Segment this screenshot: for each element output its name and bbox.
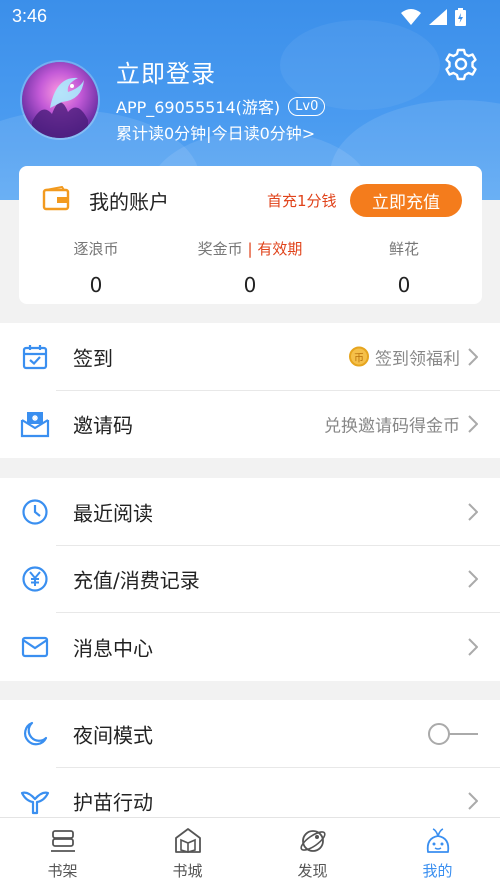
menu-label: 充值/消费记录: [73, 568, 200, 593]
avatar[interactable]: [22, 62, 98, 138]
menu-label: 签到: [73, 346, 113, 371]
menu-group-rewards: 签到 币签到领福利 邀请码 兑换邀请码得金币: [0, 323, 500, 458]
validity-link[interactable]: 有效期: [257, 240, 302, 258]
tab-mine[interactable]: 我的: [375, 818, 500, 889]
settings-button[interactable]: [444, 47, 478, 81]
status-time: 3:46: [12, 6, 48, 26]
account-card: 我的账户 首充1分钱 立即充值 逐浪币 0 奖金币 | 有效期 0 鲜花 0: [19, 166, 482, 304]
stat-value: 0: [89, 273, 103, 297]
moon-icon: [24, 721, 48, 746]
stat-value: 0: [397, 273, 411, 297]
menu-item-night-mode[interactable]: 夜间模式: [0, 700, 500, 768]
menu-label: 夜间模式: [73, 723, 153, 748]
login-title[interactable]: 立即登录: [116, 54, 216, 89]
battery-icon: [455, 8, 466, 26]
flower-stat[interactable]: 鲜花 0: [329, 238, 479, 297]
invite-envelope-icon: [20, 412, 50, 438]
tab-label: 我的: [422, 862, 453, 880]
menu-label: 邀请码: [73, 413, 133, 438]
yuan-icon: [22, 566, 48, 592]
stat-label: 奖金币: [197, 240, 243, 258]
stat-label: 鲜花: [388, 240, 419, 258]
invite-hint: 兑换邀请码得金币: [324, 416, 460, 437]
menu-group-records: 最近阅读 充值/消费记录 消息中心: [0, 478, 500, 681]
tab-bookstore[interactable]: 书城: [125, 818, 250, 889]
first-charge-promo[interactable]: 首充1分钱: [267, 190, 337, 211]
user-id: APP_69055514(游客): [116, 98, 281, 117]
planet-icon: [299, 830, 326, 852]
stat-value: 0: [243, 273, 257, 297]
menu-item-sign-in[interactable]: 签到 币签到领福利: [0, 323, 500, 391]
chevron-right-icon: [468, 638, 478, 656]
menu-group-settings: 夜间模式 护苗行动: [0, 700, 500, 817]
stat-label: 逐浪币: [73, 240, 119, 258]
separator: |: [247, 240, 253, 258]
coin-icon: 币: [349, 346, 369, 367]
bookstore-icon: [174, 828, 201, 853]
reading-time[interactable]: 累计读0分钟|今日读0分钟>: [116, 120, 315, 144]
bookshelf-icon: [50, 830, 75, 852]
zhulang-coin-stat[interactable]: 逐浪币 0: [21, 238, 171, 297]
wifi-icon: [401, 9, 421, 25]
gear-icon: [445, 48, 477, 81]
menu-label: 消息中心: [73, 636, 153, 661]
tab-discover[interactable]: 发现: [250, 818, 375, 889]
menu-item-recent-reading[interactable]: 最近阅读: [0, 478, 500, 546]
menu-item-seedling-action[interactable]: 护苗行动: [0, 768, 500, 818]
tab-label: 发现: [297, 862, 328, 880]
chevron-right-icon: [468, 348, 478, 366]
whale-tail-icon: [20, 791, 50, 815]
status-bar: 3:46: [0, 0, 500, 34]
tab-bookshelf[interactable]: 书架: [0, 818, 125, 889]
bonus-coin-stat[interactable]: 奖金币 | 有效期 0: [175, 238, 325, 297]
menu-label: 护苗行动: [73, 790, 153, 815]
menu-item-recharge-records[interactable]: 充值/消费记录: [0, 546, 500, 613]
chevron-right-icon: [468, 570, 478, 588]
menu-label: 最近阅读: [73, 501, 153, 526]
chevron-right-icon: [468, 503, 478, 521]
night-mode-toggle[interactable]: [428, 722, 478, 746]
chevron-right-icon: [468, 792, 478, 810]
avatar-art-icon: [32, 77, 88, 138]
wallet-icon: [42, 186, 70, 211]
recharge-button[interactable]: 立即充值: [350, 184, 462, 217]
signal-icon: [429, 9, 447, 25]
tab-label: 书架: [47, 862, 78, 880]
mascot-icon: [426, 828, 449, 853]
menu-item-invite-code[interactable]: 邀请码 兑换邀请码得金币: [0, 391, 500, 459]
sign-in-hint: 签到领福利: [375, 349, 460, 370]
clock-icon: [22, 499, 48, 525]
tab-label: 书城: [172, 862, 203, 880]
mail-icon: [21, 636, 49, 657]
calendar-check-icon: [22, 344, 48, 369]
chevron-right-icon: [468, 415, 478, 433]
bottom-tab-bar: 书架 书城 发现 我的: [0, 817, 500, 889]
level-badge: Lv0: [288, 96, 326, 116]
menu-item-message-center[interactable]: 消息中心: [0, 613, 500, 681]
account-title: 我的账户: [89, 190, 169, 214]
